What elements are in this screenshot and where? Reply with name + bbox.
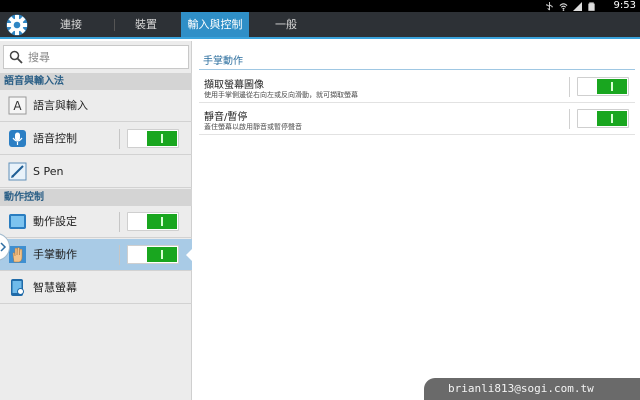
divider: [569, 77, 570, 97]
pen-icon: [8, 162, 27, 181]
status-icons: [545, 1, 596, 11]
sidebar: 語音與輸入法 A 語言與輸入 語音控制 S Pen 動作控制: [0, 41, 193, 400]
tab-connections[interactable]: 連接: [40, 12, 102, 37]
divider: [119, 129, 120, 149]
svg-text:A: A: [13, 99, 22, 113]
setting-description: 使用手掌側邊從右向左或反向滑動，就可擷取螢幕: [204, 91, 358, 99]
tab-device[interactable]: 裝置: [116, 12, 176, 37]
top-tab-bar: 連接 裝置 輸入與控制 一般: [0, 12, 640, 39]
sidebar-item-palm-motion[interactable]: 手掌動作: [0, 239, 193, 271]
motion-settings-toggle[interactable]: [127, 212, 179, 231]
sidebar-item-motion-settings[interactable]: 動作設定: [0, 206, 192, 238]
battery-icon: [588, 1, 595, 11]
capture-screen-toggle[interactable]: [577, 77, 629, 96]
wifi-icon: [559, 2, 568, 11]
setting-row-capture-screen[interactable]: 擷取螢幕圖像 使用手掌側邊從右向左或反向滑動，就可擷取螢幕: [199, 72, 635, 103]
sidebar-item-smart-screen[interactable]: 智慧螢幕: [0, 272, 192, 304]
palm-motion-toggle[interactable]: [127, 245, 179, 264]
status-time: 9:53: [613, 0, 636, 11]
tablet-icon: [9, 214, 26, 229]
smart-screen-icon: [11, 279, 24, 296]
sidebar-item-label: 手掌動作: [33, 248, 77, 261]
status-bar: 9:53: [0, 0, 640, 12]
section-header-voice-input: 語音與輸入法: [0, 73, 192, 90]
search-input[interactable]: [28, 49, 178, 65]
toggle-knob: [147, 214, 177, 229]
settings-gear-icon[interactable]: [4, 13, 30, 37]
setting-description: 蓋住螢幕以啟用靜音或暫停聲音: [204, 123, 302, 131]
divider: [119, 212, 120, 232]
sidebar-item-label: 語言與輸入: [33, 99, 88, 112]
usb-icon: [546, 1, 553, 10]
tab-input-control[interactable]: 輸入與控制: [181, 12, 249, 37]
toggle-knob: [597, 79, 627, 94]
voice-control-toggle[interactable]: [127, 129, 179, 148]
title-divider: [199, 69, 635, 70]
palm-icon: [9, 246, 26, 263]
sidebar-item-label: S Pen: [33, 165, 64, 178]
search-icon: [9, 50, 23, 64]
section-header-motion-control: 動作控制: [0, 189, 192, 206]
sidebar-item-language-input[interactable]: A 語言與輸入: [0, 90, 192, 122]
toggle-knob: [147, 131, 177, 146]
setting-title: 擷取螢幕圖像: [204, 80, 264, 91]
page-title: 手掌動作: [203, 56, 243, 67]
signal-icon: [573, 1, 582, 11]
tab-general[interactable]: 一般: [254, 12, 318, 37]
toggle-knob: [597, 111, 627, 126]
sidebar-item-voice-control[interactable]: 語音控制: [0, 123, 192, 155]
setting-row-mute-pause[interactable]: 靜音/暫停 蓋住螢幕以啟用靜音或暫停聲音: [199, 104, 635, 135]
divider: [119, 245, 120, 265]
divider: [569, 109, 570, 129]
sidebar-item-label: 語音控制: [33, 132, 77, 145]
sidebar-item-label: 智慧螢幕: [33, 281, 77, 294]
search-box[interactable]: [3, 45, 189, 69]
sidebar-item-label: 動作設定: [33, 215, 77, 228]
toggle-knob: [147, 247, 177, 262]
tab-divider: [114, 19, 115, 31]
watermark: brianli813@sogi.com.tw: [424, 378, 640, 400]
mute-pause-toggle[interactable]: [577, 109, 629, 128]
selected-indicator: [186, 248, 193, 262]
keyboard-icon: A: [8, 96, 27, 115]
microphone-icon: [9, 130, 26, 147]
chevron-right-icon: [0, 242, 7, 252]
sidebar-item-s-pen[interactable]: S Pen: [0, 156, 192, 188]
setting-title: 靜音/暫停: [204, 112, 248, 123]
